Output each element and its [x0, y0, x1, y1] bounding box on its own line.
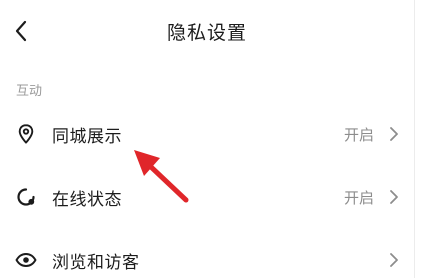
row-value: 开启 — [343, 126, 374, 144]
chevron-right-icon — [390, 127, 398, 141]
location-pin-icon — [18, 124, 34, 144]
privacy-settings-screen: 隐私设置 互动 同城展示 开启 在线状态 开启 浏览和访客 — [0, 0, 422, 278]
row-city-display[interactable]: 同城展示 开启 — [0, 108, 414, 160]
row-label: 在线状态 — [52, 190, 122, 210]
eye-icon — [15, 253, 37, 267]
page-title: 隐私设置 — [166, 22, 247, 44]
row-label: 同城展示 — [52, 127, 122, 147]
header: 隐私设置 — [0, 0, 414, 62]
section-label-interaction: 互动 — [16, 84, 43, 99]
row-value: 开启 — [343, 189, 374, 207]
chevron-right-icon — [390, 253, 398, 267]
chevron-right-icon — [390, 190, 398, 204]
row-label: 浏览和访客 — [52, 253, 140, 273]
row-online-status[interactable]: 在线状态 开启 — [0, 171, 414, 223]
divider — [414, 0, 415, 278]
row-browse-and-visitors[interactable]: 浏览和访客 — [0, 234, 414, 278]
online-status-icon — [17, 188, 35, 206]
